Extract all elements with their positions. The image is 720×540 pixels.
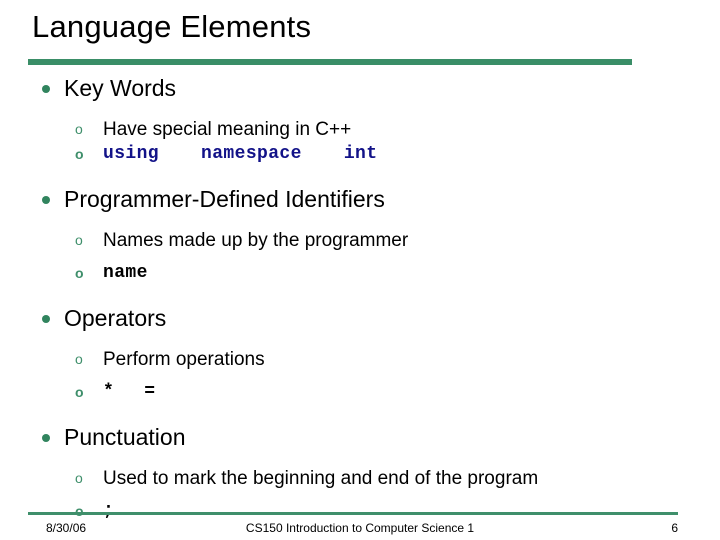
disc-bullet-icon — [42, 196, 50, 204]
sub-bullet-item-code: o using namespace int — [0, 142, 720, 167]
code-token: int — [343, 144, 378, 164]
circle-bullet-icon: o — [75, 265, 84, 281]
bullet-item-punctuation: Punctuation — [0, 423, 720, 452]
sub-bullet-label: Have special meaning in C++ — [103, 119, 352, 140]
circle-bullet-icon: o — [75, 121, 83, 137]
sub-bullet-item: o Names made up by the programmer — [0, 228, 720, 253]
bullet-label: Key Words — [64, 75, 177, 101]
sub-bullet-label: Perform operations — [103, 349, 265, 370]
bullet-item-programmer-defined-identifiers: Programmer-Defined Identifiers — [0, 185, 720, 214]
title-divider — [28, 59, 632, 65]
sub-bullet-label: Names made up by the programmer — [103, 230, 409, 251]
page-title: Language Elements — [32, 9, 312, 44]
circle-bullet-icon: o — [75, 232, 83, 248]
footer-divider — [28, 512, 678, 515]
code-token: = — [144, 382, 156, 402]
sub-bullet-label: Used to mark the beginning and end of th… — [103, 468, 539, 489]
footer-course-title: CS150 Introduction to Computer Science 1 — [245, 521, 475, 535]
code-token: ; — [103, 501, 115, 521]
code-token: * — [103, 382, 115, 402]
circle-bullet-icon: o — [75, 384, 84, 400]
circle-bullet-icon: o — [75, 146, 84, 162]
disc-bullet-icon — [42, 85, 50, 93]
sub-bullet-item: o Have special meaning in C++ — [0, 117, 720, 142]
code-token: using — [103, 144, 160, 164]
sub-bullet-item-code: o * = — [0, 380, 720, 405]
code-token: name — [103, 263, 148, 283]
disc-bullet-icon — [42, 434, 50, 442]
bullet-label: Programmer-Defined Identifiers — [64, 186, 385, 212]
sub-bullet-item-code: o name — [0, 261, 720, 286]
disc-bullet-icon — [42, 315, 50, 323]
slide-body: Key Words o Have special meaning in C++ … — [0, 74, 720, 524]
bullet-item-key-words: Key Words — [0, 74, 720, 103]
bullet-label: Operators — [64, 305, 167, 331]
bullet-label: Punctuation — [64, 424, 186, 450]
footer: 8/30/06 CS150 Introduction to Computer S… — [0, 519, 720, 539]
sub-bullet-item: o Used to mark the beginning and end of … — [0, 466, 720, 491]
bullet-item-operators: Operators — [0, 304, 720, 333]
code-token: namespace — [201, 144, 302, 164]
footer-page-number: 6 — [671, 521, 678, 535]
circle-bullet-icon: o — [75, 351, 83, 367]
sub-bullet-item: o Perform operations — [0, 347, 720, 372]
slide: Language Elements Key Words o Have speci… — [0, 0, 720, 540]
circle-bullet-icon: o — [75, 470, 83, 486]
